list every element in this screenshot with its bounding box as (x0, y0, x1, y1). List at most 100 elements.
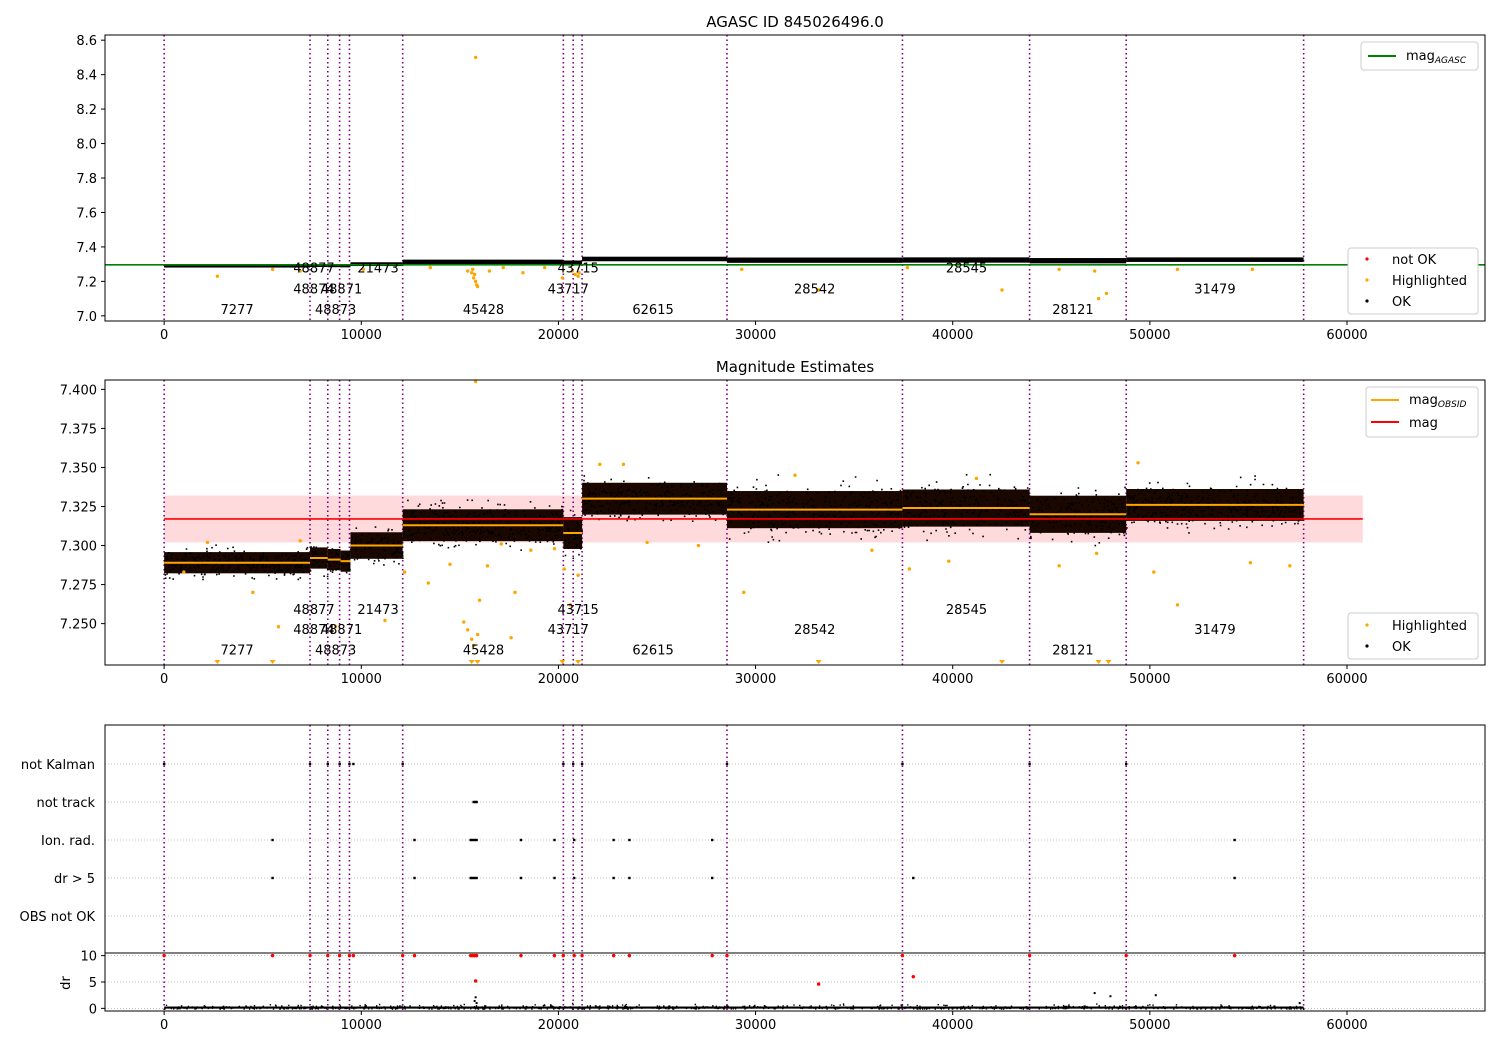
p1-highlighted-point-32 (1250, 267, 1255, 272)
p2-obsid-label-7: 43717 (548, 623, 589, 638)
p2-xtick-label-6: 60000 (1326, 672, 1367, 687)
p1-highlighted-point-26 (1000, 288, 1004, 292)
p2-legend-ok-label: OK (1392, 640, 1411, 655)
p3-flag-point-0-4 (348, 762, 351, 766)
p2-xtick-label-1: 10000 (341, 672, 382, 687)
p1-legend-mag-text: mag (1406, 49, 1435, 64)
p3-flag-point-3-11 (711, 876, 714, 880)
p1-highlighted-point-10 (475, 284, 480, 289)
p3-flag-point-2-1 (413, 838, 416, 842)
p1-highlighted-point-29 (1104, 291, 1109, 296)
p3-dr-red-point-0 (162, 953, 166, 958)
p1-ytick-label-3: 7.6 (76, 206, 97, 221)
p3-dr-red-point-19 (627, 953, 632, 958)
p2-obsid-label-8: 43715 (557, 603, 598, 618)
p1-ytick-label-0: 7.0 (76, 310, 97, 325)
p3-dr-red-point-8 (412, 953, 417, 958)
p3-dr-red-point-1 (270, 953, 275, 958)
p2-obsid-label-6: 45428 (463, 643, 504, 658)
p2-ytick-label-2: 7.300 (60, 540, 97, 555)
p2-obsid-label-12: 28121 (1052, 643, 1093, 658)
p3-dr-point-4 (1109, 995, 1112, 998)
p2-xtick-label-5: 50000 (1129, 672, 1170, 687)
p1-highlighted-point-0 (215, 274, 220, 278)
p3-flag-point-0-13 (1125, 762, 1128, 766)
p3-flag-point-2-7 (553, 838, 556, 842)
p1-ytick-label-5: 8.0 (76, 138, 97, 153)
p2-highlighted-point-38 (1136, 461, 1140, 465)
p1-highlighted-point-4 (428, 265, 432, 270)
p2-highlighted-point-33 (907, 567, 912, 571)
p2-highlighted-point-32 (870, 548, 874, 552)
p1-highlighted-point-28 (1096, 296, 1101, 301)
p2-highlighted-point-25 (576, 573, 580, 577)
p1-obsid-label-4: 48871 (321, 282, 362, 297)
p1-obsid-label-2: 48877 (293, 262, 334, 277)
p2-highlighted-point-35 (974, 476, 979, 481)
p2-obsid-label-5: 21473 (357, 603, 398, 618)
p3-flag-point-0-2 (326, 762, 329, 766)
p3-flag-point-0-11 (901, 762, 904, 766)
p3-dr-red-point-6 (351, 953, 356, 958)
p2-highlighted-point-27 (621, 462, 626, 467)
p3-flag-label-1: not track (36, 796, 95, 811)
p3-flag-point-2-8 (573, 838, 576, 842)
p2-highlighted-point-18 (499, 542, 503, 546)
p1-obsid-label-11: 28545 (946, 262, 987, 277)
p3-xtick-label-0: 0 (160, 1018, 168, 1033)
p2-highlighted-point-10 (462, 620, 466, 624)
p2-legend-mag-label: mag (1409, 416, 1438, 431)
p3-dr-red-point-7 (400, 953, 405, 958)
p3-flag-point-0-5 (352, 762, 355, 766)
p3-dr-red-point-23 (1027, 953, 1032, 958)
p1-ytick-label-8: 8.6 (76, 34, 97, 49)
p2-obsid-label-2: 48877 (293, 603, 334, 618)
p1-legend-highlighted-swatch (1365, 278, 1369, 282)
p3-flag-point-0-8 (572, 762, 575, 766)
p1-obsid-label-3: 48873 (315, 303, 356, 318)
p1-obsid-label-5: 21473 (357, 262, 398, 277)
p3-flag-label-4: OBS not OK (20, 910, 96, 925)
p2-ytick-label-1: 7.275 (60, 579, 97, 594)
p2-legend-highlighted-swatch (1365, 623, 1369, 627)
p2-highlighted-point-16 (477, 598, 482, 602)
p2-ytick-label-4: 7.350 (60, 461, 97, 476)
p3-dr-red-point-13 (519, 953, 523, 958)
p3-flag-point-2-10 (628, 838, 631, 842)
p3-flag-label-0: not Kalman (21, 758, 95, 773)
p3-flag-point-2-0 (271, 838, 274, 842)
p2-obsid-label-11: 28545 (946, 603, 987, 618)
p3-flag-point-0-12 (1028, 762, 1031, 766)
p3-xtick-label-3: 30000 (735, 1018, 776, 1033)
p3-dr-red-point-16 (572, 953, 576, 958)
p3-dr-red-point-20 (710, 953, 714, 958)
p2-legend-highlighted-label: Highlighted (1392, 619, 1467, 634)
p1-ytick-label-2: 7.4 (76, 241, 97, 256)
p3-flag-point-3-6 (519, 876, 523, 880)
p1-xtick-label-5: 50000 (1129, 328, 1170, 343)
p1-highlighted-point-25 (905, 265, 910, 270)
p3-flag-point-0-6 (401, 762, 404, 766)
p3-dr-red-point-5 (347, 953, 352, 958)
p3-dr-red-point-21 (725, 953, 729, 958)
p3-flag-point-3-13 (1233, 876, 1236, 880)
p3-flag-point-3-7 (553, 876, 556, 880)
p1-legend-ok-label: OK (1392, 295, 1411, 310)
p1-highlighted-point-11 (472, 272, 477, 277)
p1-ytick-label-1: 7.2 (76, 275, 97, 290)
p3-dr-red-point-27 (911, 975, 915, 979)
p3-dr-red-point-28 (816, 982, 821, 986)
p1-ok-points-band-7 (582, 256, 727, 262)
p3-dr-red-point-22 (900, 953, 905, 958)
p2-obsid-label-9: 62615 (632, 643, 673, 658)
p2-highlighted-point-2 (251, 590, 255, 595)
p1-ytick-label-6: 8.2 (76, 103, 97, 118)
p1-highlighted-point-27 (1057, 267, 1061, 272)
p3-flag-point-2-11 (711, 838, 714, 842)
p3-dr-red-point-15 (561, 953, 566, 958)
p1-obsid-label-0: 7277 (221, 303, 254, 318)
p2-highlighted-point-40 (1175, 603, 1180, 607)
p3-flag-point-3-1 (413, 876, 416, 880)
p1-obsid-label-7: 43717 (548, 282, 589, 297)
p3-flag-point-1-2 (475, 800, 478, 804)
